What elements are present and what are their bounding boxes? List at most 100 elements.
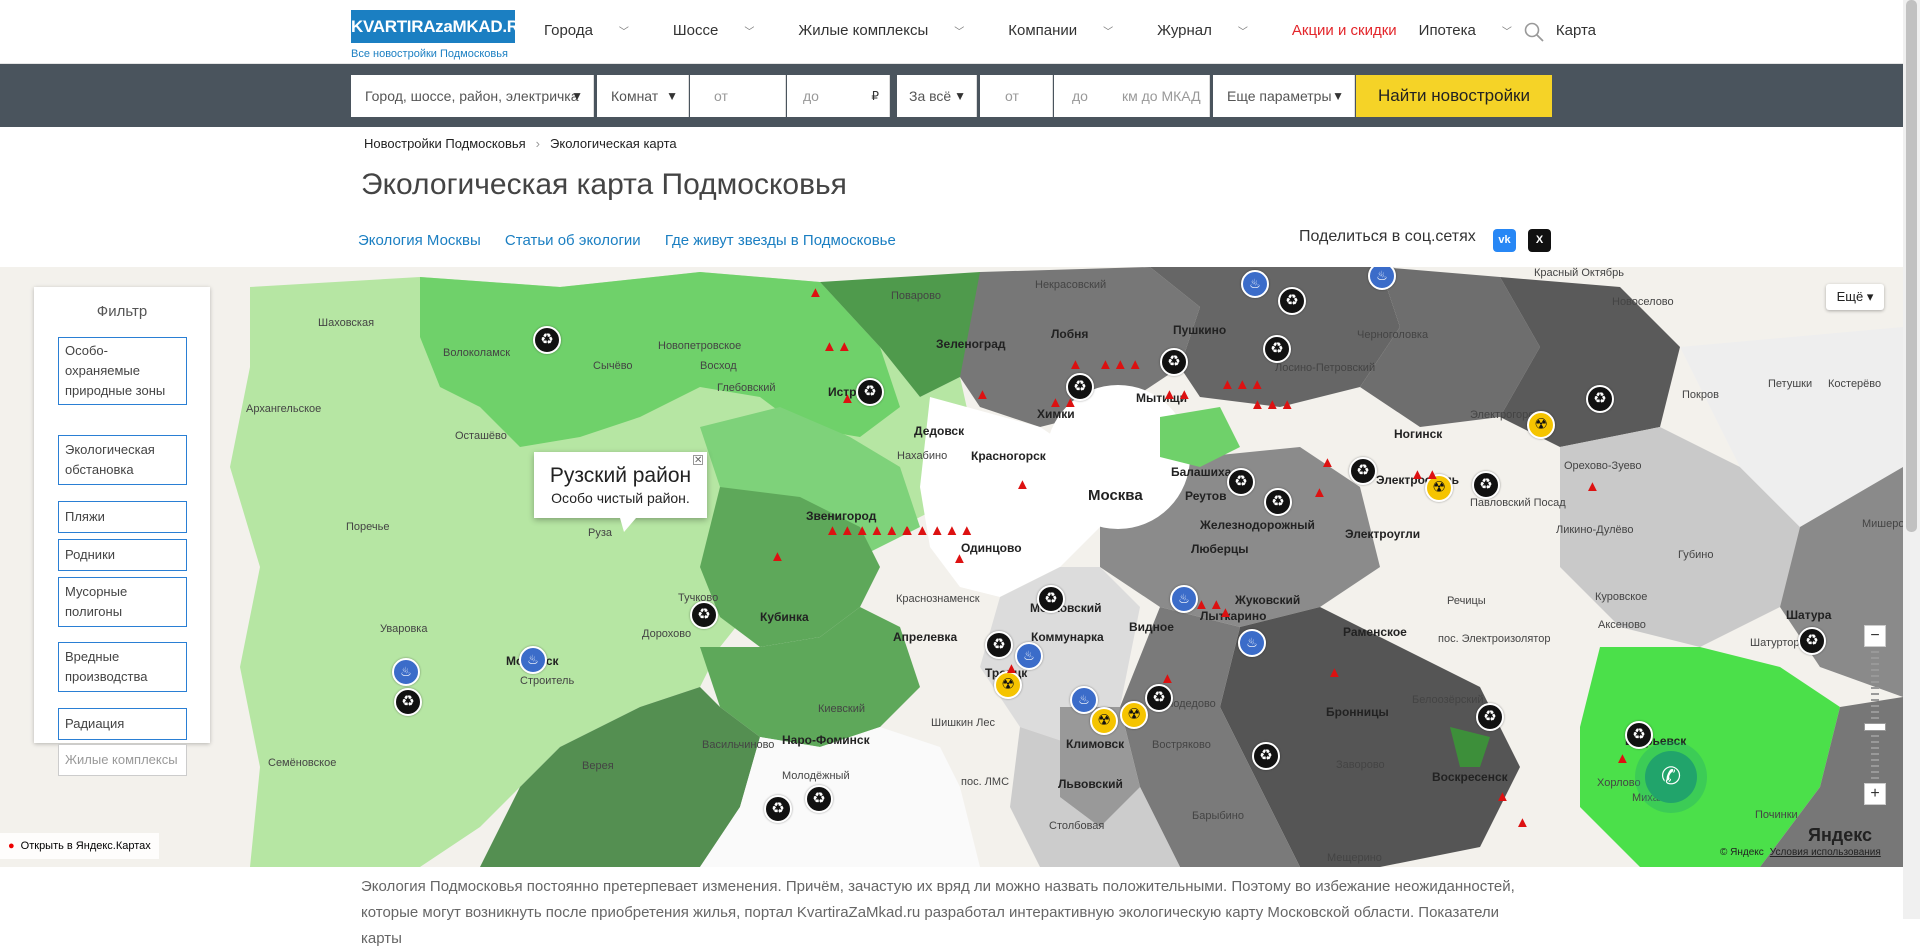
spring-marker[interactable]: ♨ <box>1238 629 1266 657</box>
landfill-marker[interactable]: ♻ <box>1160 348 1188 376</box>
location-select[interactable]: Город, шоссе, район, электричка ▼ <box>351 75 594 117</box>
link-moscow-ecology[interactable]: Экология Москвы <box>358 232 481 249</box>
landfill-marker[interactable]: ♻ <box>1472 471 1500 499</box>
landfill-marker[interactable]: ♻ <box>856 378 884 406</box>
callback-button[interactable]: ✆ <box>1635 741 1707 813</box>
nav-cities[interactable]: Города ﹀ <box>544 22 651 39</box>
nav-mortgage[interactable]: Ипотека ﹀ <box>1419 22 1534 39</box>
vk-icon[interactable]: vk <box>1493 229 1516 252</box>
radiation-marker[interactable]: ☢ <box>1120 701 1148 729</box>
landfill-marker[interactable]: ♻ <box>1263 335 1291 363</box>
landfill-marker[interactable]: ♻ <box>1349 457 1377 485</box>
link-stars[interactable]: Где живут звезды в Подмосковье <box>665 232 896 249</box>
map-label: Дорохово <box>642 628 692 640</box>
landfill-marker[interactable]: ♻ <box>690 601 718 629</box>
map-label: Покров <box>1682 389 1719 401</box>
map-label: Хорлово <box>1597 777 1641 789</box>
radiation-marker[interactable]: ☢ <box>1090 707 1118 735</box>
landfill-marker[interactable]: ♻ <box>1278 287 1306 315</box>
open-in-yandex[interactable]: ● Открыть в Яндекс.Картах <box>0 833 159 859</box>
link-ecology-articles[interactable]: Статьи об экологии <box>505 232 641 249</box>
spring-marker[interactable]: ♨ <box>392 658 420 686</box>
filter-protected-zones[interactable]: Особо-охраняемые природные зоны <box>58 337 187 405</box>
nav-complexes[interactable]: Жилые комплексы ﹀ <box>798 22 986 39</box>
landfill-marker[interactable]: ♻ <box>1264 488 1292 516</box>
map-label: Электроугли <box>1345 527 1421 541</box>
distance-to-input[interactable]: до км до МКАД <box>1054 75 1210 117</box>
spring-marker[interactable]: ♨ <box>1070 686 1098 714</box>
landfill-marker[interactable]: ♻ <box>1252 742 1280 770</box>
scrollbar-thumb[interactable] <box>1906 0 1917 532</box>
terms-link[interactable]: Условия использования <box>1770 847 1881 858</box>
landfill-marker[interactable]: ♻ <box>764 795 792 823</box>
eco-map[interactable]: Москва Волоколамск Шаховская Новопетровс… <box>0 267 1903 867</box>
map-label: Петушки <box>1768 378 1813 390</box>
map-label: Наро-Фоминск <box>782 733 870 747</box>
spring-marker[interactable]: ♨ <box>519 646 547 674</box>
spring-marker[interactable]: ♨ <box>1015 642 1043 670</box>
landfill-marker[interactable]: ♻ <box>1798 627 1826 655</box>
factory-icon: ▲ <box>1615 750 1630 767</box>
factory-icon: ▲ <box>952 550 967 567</box>
map-label-moscow: Москва <box>1088 487 1143 504</box>
zoom-thumb[interactable] <box>1864 723 1886 731</box>
filter-beaches[interactable]: Пляжи <box>58 501 187 533</box>
search-icon[interactable] <box>1524 22 1544 42</box>
filter-ecology[interactable]: Экологическая обстановка <box>58 435 187 485</box>
landfill-marker[interactable]: ♻ <box>1625 721 1653 749</box>
phone-icon: ✆ <box>1645 751 1697 803</box>
map-label: Сычёво <box>593 360 633 372</box>
landfill-marker[interactable]: ♻ <box>1037 585 1065 613</box>
breadcrumb-current: Экологическая карта <box>550 136 677 151</box>
filter-residential[interactable]: Жилые комплексы <box>58 744 187 776</box>
zoom-in-button[interactable]: + <box>1864 783 1886 805</box>
factory-icon: ▲ <box>1495 788 1510 805</box>
nav-highways[interactable]: Шоссе ﹀ <box>673 22 776 39</box>
filter-landfills[interactable]: Мусорные полигоны <box>58 577 187 627</box>
more-params-select[interactable]: Еще параметры ▼ <box>1213 75 1355 117</box>
landfill-marker[interactable]: ♻ <box>985 631 1013 659</box>
nav-companies[interactable]: Компании ﹀ <box>1008 22 1135 39</box>
map-label: Балашиха <box>1171 465 1232 479</box>
scrollbar[interactable] <box>1903 0 1920 919</box>
landfill-marker[interactable]: ♻ <box>1145 684 1173 712</box>
map-label: Архангельское <box>246 403 322 415</box>
zoom-out-button[interactable]: − <box>1864 625 1886 647</box>
ruble-icon: ₽ <box>871 89 879 103</box>
site-logo[interactable]: KVARTIRAzaMKAD.RU <box>351 10 531 43</box>
landfill-marker[interactable]: ♻ <box>533 326 561 354</box>
landfill-marker[interactable]: ♻ <box>805 785 833 813</box>
landfill-marker[interactable]: ♻ <box>394 688 422 716</box>
zoom-track[interactable] <box>1871 651 1879 779</box>
filter-radiation[interactable]: Радиация <box>58 708 187 740</box>
map-label: Одинцово <box>961 541 1022 555</box>
nav-journal[interactable]: Журнал ﹀ <box>1157 22 1270 39</box>
nav-promotions[interactable]: Акции и скидки <box>1292 22 1397 39</box>
rooms-select[interactable]: Комнат ▼ <box>597 75 689 117</box>
breadcrumb-home[interactable]: Новостройки Подмосковья <box>364 136 526 151</box>
price-mode-select[interactable]: За всё ▼ <box>897 75 977 117</box>
nav-map[interactable]: Карта <box>1556 22 1596 39</box>
landfill-marker[interactable]: ♻ <box>1586 385 1614 413</box>
filter-harmful-production[interactable]: Вредные производства <box>58 642 187 692</box>
map-label: Губино <box>1678 549 1714 561</box>
factory-icon: ▲▲ <box>1410 466 1440 483</box>
landfill-marker[interactable]: ♻ <box>1476 703 1504 731</box>
filter-springs[interactable]: Родники <box>58 539 187 571</box>
filter-title: Фильтр <box>96 303 148 320</box>
map-more-button[interactable]: Ещё ▾ <box>1826 284 1884 310</box>
distance-from-input[interactable]: от <box>980 75 1053 117</box>
chevron-down-icon: ▼ <box>954 89 966 103</box>
map-label: Столбовая <box>1049 820 1105 832</box>
find-button[interactable]: Найти новостройки <box>1356 75 1552 117</box>
close-icon[interactable]: ✕ <box>693 455 703 466</box>
x-icon[interactable]: X <box>1528 229 1551 252</box>
zoom-control[interactable]: − + <box>1864 625 1886 805</box>
landfill-marker[interactable]: ♻ <box>1227 468 1255 496</box>
price-to-input[interactable]: до ₽ <box>787 75 890 117</box>
spring-marker[interactable]: ♨ <box>1241 270 1269 298</box>
page-title: Экологическая карта Подмосковья <box>361 168 847 201</box>
factory-icon: ▲ <box>1515 814 1530 831</box>
radiation-marker[interactable]: ☢ <box>1527 411 1555 439</box>
price-from-input[interactable]: от <box>690 75 786 117</box>
